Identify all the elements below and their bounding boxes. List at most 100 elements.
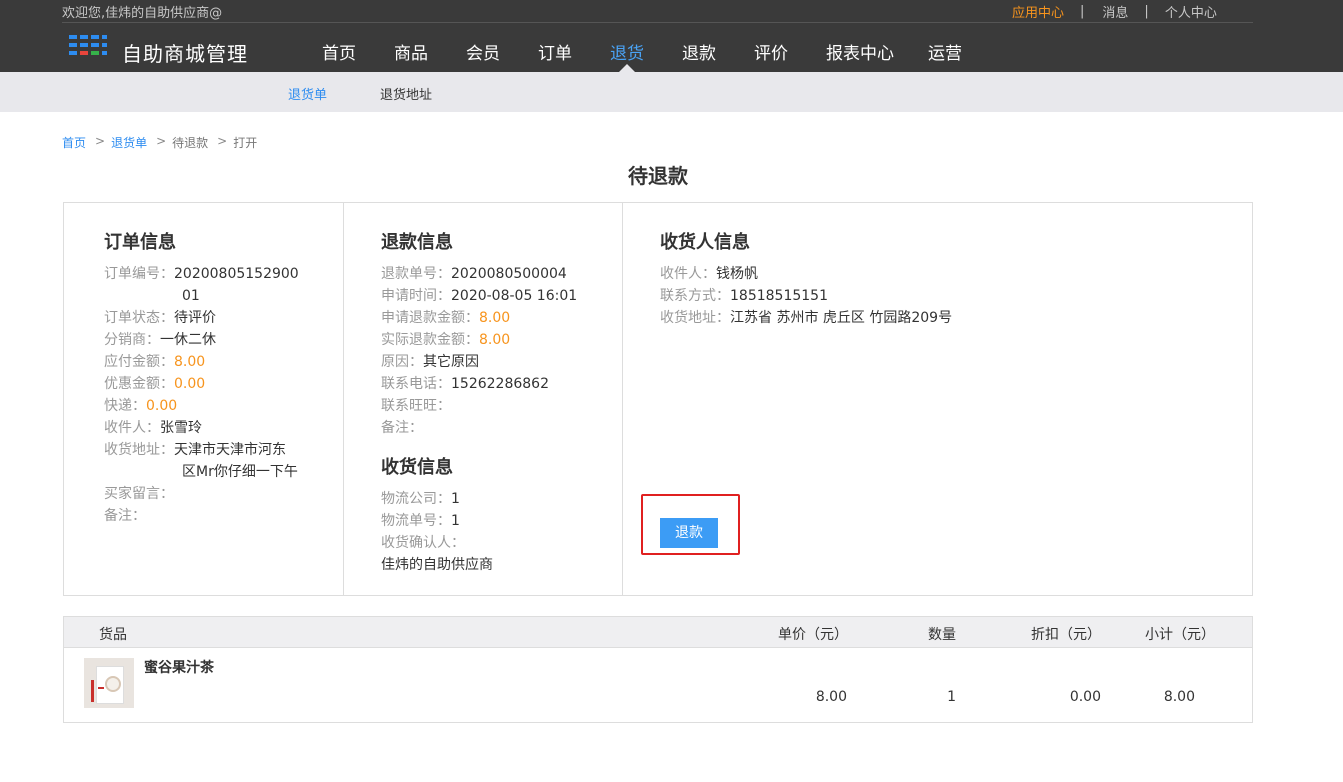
breadcrumb-separator: >: [95, 134, 106, 148]
reason-field: 原因：其它原因: [381, 351, 479, 373]
nav-members[interactable]: 会员: [449, 39, 517, 72]
thumbnail-cup: [105, 676, 121, 692]
subnav-return-orders[interactable]: 退货单: [288, 84, 327, 103]
address-label: 收货地址：: [104, 442, 174, 458]
breadcrumb-open: 打开: [233, 136, 258, 150]
confirmer-value-row: 佳炜的自助供应商: [381, 554, 493, 576]
actual-amount-value: 8.00: [479, 332, 511, 348]
sub-nav: 退货单 退货地址: [0, 72, 1343, 112]
header-subtotal: 小计（元）: [1145, 627, 1215, 643]
refund-info-title: 退款信息: [381, 232, 453, 253]
apply-amount-label: 申请退款金额：: [381, 310, 479, 326]
header-goods: 货品: [99, 627, 127, 643]
actual-amount-label: 实际退款金额：: [381, 332, 479, 348]
consignee-contact-field: 联系方式：18518515151: [660, 285, 828, 307]
phone-label: 联系电话：: [381, 376, 451, 392]
thumbnail-mark: [98, 687, 104, 689]
product-unit-price: 8.00: [815, 689, 847, 705]
address-value: 天津市天津市河东: [174, 442, 286, 458]
consignee-name-label: 收件人：: [660, 266, 716, 282]
nav-products[interactable]: 商品: [373, 39, 449, 72]
discount-value: 0.00: [174, 376, 206, 392]
receiver-value: 张雪玲: [160, 420, 202, 436]
actual-amount-field: 实际退款金额：8.00: [381, 329, 510, 351]
tracking-number-value: 1: [451, 513, 460, 529]
product-subtotal: 8.00: [1163, 689, 1195, 705]
order-number-value-line2: 01: [182, 288, 200, 304]
logistics-company-field: 物流公司：1: [381, 488, 460, 510]
order-status-value: 待评价: [174, 310, 216, 326]
shipping-field: 快递：0.00: [104, 395, 177, 417]
order-remark-label: 备注：: [104, 508, 146, 524]
refund-remark-label: 备注：: [381, 420, 423, 436]
nav-operations[interactable]: 运营: [915, 39, 975, 72]
order-remark-field: 备注：: [104, 505, 146, 527]
personal-center-link[interactable]: 个人中心: [1165, 2, 1217, 21]
logistics-company-label: 物流公司：: [381, 491, 451, 507]
nav-orders[interactable]: 订单: [517, 39, 593, 72]
product-name[interactable]: 蜜谷果汁茶: [144, 657, 214, 677]
confirmer-label: 收货确认人：: [381, 535, 465, 551]
breadcrumb: 首页 > 退货单 > 待退款 > 打开: [62, 134, 257, 151]
consignee-info-title: 收货人信息: [660, 232, 750, 253]
apply-amount-field: 申请退款金额：8.00: [381, 307, 510, 329]
address-continued: 区Mr你仔细一下午: [182, 461, 298, 483]
distributor-value: 一休二休: [160, 332, 216, 348]
main-nav: 首页 商品 会员 订单 退货 退款 评价 报表中心 运营: [305, 39, 975, 72]
product-thumbnail[interactable]: [84, 658, 134, 708]
order-number-label: 订单编号：: [104, 266, 174, 282]
order-number-continued: 01: [182, 285, 200, 307]
brand-title[interactable]: 自助商城管理: [122, 38, 248, 67]
breadcrumb-separator: >: [217, 134, 228, 148]
divider: [62, 22, 1253, 23]
grid-logo-icon: [69, 35, 107, 57]
nav-home[interactable]: 首页: [305, 39, 373, 72]
payable-field: 应付金额：8.00: [104, 351, 205, 373]
payable-label: 应付金额：: [104, 354, 174, 370]
refund-info-section: 退款信息 退款单号：2020080500004 申请时间：2020-08-05 …: [344, 203, 623, 595]
welcome-text: 欢迎您,佳炜的自助供应商@: [62, 6, 223, 21]
order-number-value: 2020080515290​0: [174, 266, 299, 282]
apply-time-value: 2020-08-05 16:01: [451, 288, 578, 304]
tracking-number-label: 物流单号：: [381, 513, 451, 529]
messages-link[interactable]: 消息: [1102, 2, 1128, 21]
app-center-link[interactable]: 应用中心: [1012, 2, 1064, 21]
apply-amount-value: 8.00: [479, 310, 511, 326]
order-status-field: 订单状态：待评价: [104, 307, 216, 329]
refund-number-label: 退款单号：: [381, 266, 451, 282]
buyer-message-label: 买家留言：: [104, 486, 174, 502]
apply-time-field: 申请时间：2020-08-05 16:01: [381, 285, 577, 307]
shipping-label: 快递：: [104, 398, 146, 414]
phone-field: 联系电话：15262286862: [381, 373, 549, 395]
payable-value: 8.00: [174, 354, 206, 370]
product-discount: 0.00: [1069, 689, 1101, 705]
receiver-label: 收件人：: [104, 420, 160, 436]
buyer-message-field: 买家留言：: [104, 483, 174, 505]
header-unit-price: 单价（元）: [778, 627, 848, 643]
thumbnail-stripe: [91, 680, 94, 702]
refund-button[interactable]: 退款: [660, 518, 718, 548]
distributor-label: 分销商：: [104, 332, 160, 348]
address-value-line2: 区Mr你仔细一下午: [182, 464, 298, 480]
breadcrumb-separator: >: [156, 134, 167, 148]
consignee-address-field: 收货地址：江苏省 苏州市 虎丘区 竹园路209号: [660, 307, 952, 329]
nav-reports[interactable]: 报表中心: [805, 39, 915, 72]
consignee-address-value: 江苏省 苏州市 虎丘区 竹园路209号: [730, 310, 953, 326]
header-discount: 折扣（元）: [1031, 627, 1101, 643]
consignee-address-label: 收货地址：: [660, 310, 730, 326]
nav-refunds[interactable]: 退款: [661, 39, 737, 72]
goods-table: 货品 单价（元） 数量 折扣（元） 小计（元） 蜜谷果汁茶 8.00 1 0.0…: [63, 616, 1253, 723]
order-info-title: 订单信息: [104, 232, 176, 253]
discount-field: 优惠金额：0.00: [104, 373, 205, 395]
breadcrumb-return-orders[interactable]: 退货单: [111, 134, 147, 151]
reason-label: 原因：: [381, 354, 423, 370]
consignee-contact-value: 18518515151: [730, 288, 828, 304]
order-status-label: 订单状态：: [104, 310, 174, 326]
nav-returns[interactable]: 退货: [593, 39, 661, 72]
nav-reviews[interactable]: 评价: [737, 39, 805, 72]
divider: |: [1080, 4, 1085, 19]
breadcrumb-home[interactable]: 首页: [62, 134, 86, 151]
address-field: 收货地址：天津市天津市河东: [104, 439, 286, 461]
subnav-return-address[interactable]: 退货地址: [380, 84, 432, 103]
discount-label: 优惠金额：: [104, 376, 174, 392]
